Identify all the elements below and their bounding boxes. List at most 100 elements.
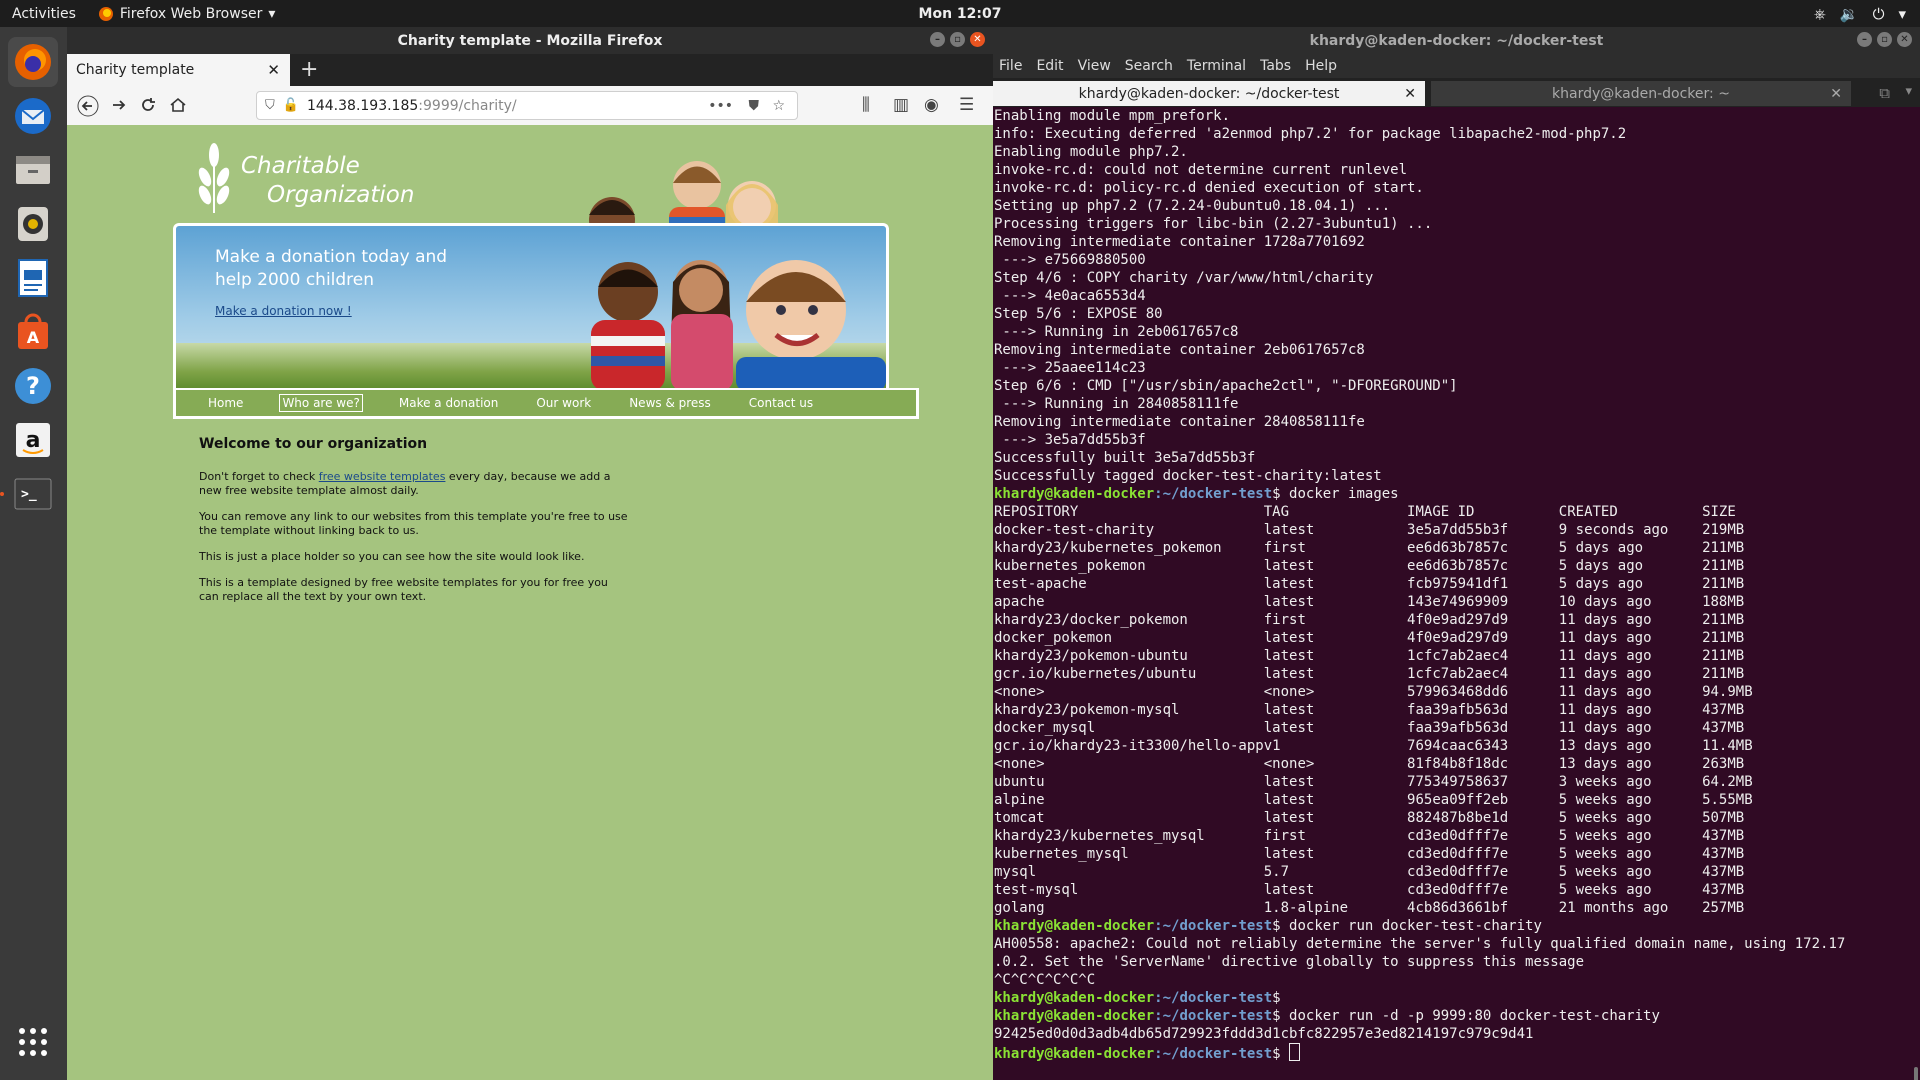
close-button[interactable]: ✕: [1897, 32, 1912, 47]
table-cell: 11 days ago: [1558, 720, 1652, 736]
rhythmbox-icon[interactable]: [8, 199, 58, 249]
output-line: info: Executing deferred 'a2enmod php7.2…: [994, 126, 1627, 142]
table-cell: 437MB: [1702, 882, 1745, 898]
command-text: docker run docker-test-charity: [1289, 918, 1542, 934]
firefox-icon[interactable]: [8, 37, 58, 87]
table-cell: latest: [1263, 846, 1315, 862]
maximize-button[interactable]: ▫: [1877, 32, 1892, 47]
prompt-path: :~/docker-test: [1154, 1008, 1273, 1024]
table-cell: 11 days ago: [1558, 684, 1652, 700]
logo-line-1: Charitable: [241, 153, 360, 179]
chevron-down-icon: ▾: [268, 5, 276, 22]
terminal-icon[interactable]: >_: [8, 469, 58, 519]
nav-our-work[interactable]: Our work: [534, 395, 593, 411]
maximize-button[interactable]: ▫: [950, 32, 965, 47]
close-tab-icon[interactable]: ✕: [1830, 86, 1842, 102]
volume-icon[interactable]: 🔉: [1840, 5, 1859, 23]
table-cell: 437MB: [1702, 720, 1745, 736]
table-cell: 11 days ago: [1558, 666, 1652, 682]
minimize-button[interactable]: –: [930, 32, 945, 47]
software-icon[interactable]: A: [8, 307, 58, 357]
table-cell: 5 days ago: [1558, 540, 1644, 556]
hamburger-menu-icon[interactable]: ☰: [959, 95, 974, 115]
prompt-user: khardy@kaden-docker: [994, 486, 1155, 502]
output-line: invoke-rc.d: could not determine current…: [994, 162, 1408, 178]
table-cell: khardy23/pokemon-ubuntu: [994, 648, 1188, 664]
chevron-down-icon[interactable]: ▾: [1905, 84, 1912, 99]
new-terminal-tab-icon[interactable]: ⧉: [1879, 84, 1890, 102]
output-line: AH00558: apache2: Could not reliably det…: [994, 936, 1846, 952]
activities-button[interactable]: Activities: [12, 6, 76, 22]
table-cell: cd3ed0dfff7e: [1407, 882, 1509, 898]
menu-tabs[interactable]: Tabs: [1260, 58, 1291, 74]
forward-button[interactable]: [109, 95, 129, 120]
paragraph-1: Don't forget to check free website templ…: [199, 470, 629, 498]
page-actions-icon[interactable]: •••: [708, 98, 733, 114]
help-icon[interactable]: ?: [8, 361, 58, 411]
chevron-down-icon[interactable]: ▾: [1898, 5, 1906, 23]
output-line: Successfully tagged docker-test-charity:…: [994, 468, 1382, 484]
thunderbird-icon[interactable]: [8, 91, 58, 141]
network-icon[interactable]: ⎈: [1814, 5, 1826, 23]
terminal-tab-active[interactable]: khardy@kaden-docker: ~/docker-test ✕: [993, 81, 1425, 106]
app-menu[interactable]: Firefox Web Browser ▾: [98, 5, 276, 22]
sidebar-icon[interactable]: ▥: [893, 95, 909, 115]
menu-terminal[interactable]: Terminal: [1187, 58, 1246, 74]
nav-news-press[interactable]: News & press: [627, 395, 713, 411]
table-cell: 5 days ago: [1558, 576, 1644, 592]
table-cell: cd3ed0dfff7e: [1407, 864, 1509, 880]
library-icon[interactable]: ⫼: [862, 95, 870, 115]
table-cell: cd3ed0dfff7e: [1407, 846, 1509, 862]
browser-tab[interactable]: Charity template ✕: [67, 54, 290, 86]
free-templates-link[interactable]: free website templates: [319, 470, 446, 483]
back-button[interactable]: [77, 95, 99, 122]
writer-icon[interactable]: [8, 253, 58, 303]
terminal-titlebar[interactable]: khardy@kaden-docker: ~/docker-test – ▫ ✕: [993, 27, 1920, 54]
reload-button[interactable]: [138, 95, 158, 120]
table-cell: latest: [1263, 594, 1315, 610]
url-bar[interactable]: ⛉ 🔓 144.38.193.185:9999/charity/ ••• ⛊ ☆: [256, 91, 798, 120]
table-cell: kubernetes_pokemon: [994, 558, 1146, 574]
nav-who-are-we[interactable]: Who are we?: [279, 394, 363, 412]
menu-edit[interactable]: Edit: [1036, 58, 1063, 74]
shield-icon[interactable]: ⛉: [265, 98, 275, 113]
close-tab-icon[interactable]: ✕: [267, 61, 280, 79]
table-row: apache latest 143e74969909 10 days ago 188MB: [994, 593, 1920, 611]
firefox-titlebar[interactable]: Charity template - Mozilla Firefox – ▫ ✕: [67, 27, 993, 54]
apps-grid-icon[interactable]: [8, 1017, 58, 1067]
menu-view[interactable]: View: [1078, 58, 1111, 74]
terminal-output[interactable]: Enabling module mpm_prefork. info: Execut…: [993, 107, 1920, 1080]
close-button[interactable]: ✕: [970, 32, 985, 47]
close-tab-icon[interactable]: ✕: [1404, 86, 1416, 102]
minimize-button[interactable]: –: [1857, 32, 1872, 47]
menu-file[interactable]: File: [999, 58, 1022, 74]
menu-search[interactable]: Search: [1125, 58, 1173, 74]
output-line: Removing intermediate container 1728a770…: [994, 234, 1365, 250]
new-tab-button[interactable]: +: [300, 57, 318, 82]
table-cell: latest: [1263, 648, 1315, 664]
nav-contact-us[interactable]: Contact us: [747, 395, 815, 411]
pocket-icon[interactable]: ⛊: [749, 98, 760, 114]
system-tray[interactable]: ⎈ 🔉 ⏻ ▾: [1814, 5, 1906, 23]
paragraph-3: This is just a place holder so you can s…: [199, 550, 585, 563]
power-icon[interactable]: ⏻: [1873, 5, 1885, 23]
nav-make-a-donation[interactable]: Make a donation: [397, 395, 501, 411]
home-button[interactable]: [168, 95, 188, 120]
terminal-scrollbar[interactable]: [1914, 1067, 1918, 1080]
table-cell: tomcat: [994, 810, 1045, 826]
bookmark-star-icon[interactable]: ☆: [772, 98, 785, 114]
table-header-cell: IMAGE ID: [1407, 504, 1475, 520]
files-icon[interactable]: [8, 145, 58, 195]
donate-now-link[interactable]: Make a donation now !: [215, 304, 352, 318]
table-cell: mysql: [994, 864, 1037, 880]
top-bar: Activities Firefox Web Browser ▾ Mon 12:…: [0, 0, 1920, 27]
insecure-lock-icon[interactable]: 🔓: [283, 98, 299, 113]
terminal-cursor: [1289, 1043, 1301, 1061]
menu-help[interactable]: Help: [1305, 58, 1337, 74]
account-icon[interactable]: ◉: [924, 95, 939, 115]
nav-home[interactable]: Home: [206, 395, 245, 411]
terminal-tab-title: khardy@kaden-docker: ~: [1552, 85, 1730, 102]
clock[interactable]: Mon 12:07: [919, 6, 1002, 22]
amazon-icon[interactable]: a: [8, 415, 58, 465]
terminal-tab-inactive[interactable]: khardy@kaden-docker: ~ ✕: [1431, 81, 1851, 106]
